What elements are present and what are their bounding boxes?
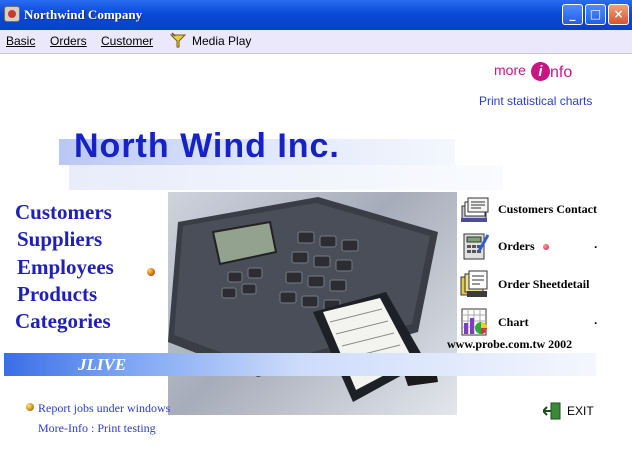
exit-door-icon [543,402,561,420]
banner-band-lower [69,165,503,190]
more-info-print-testing-link[interactable]: More-Info : Print testing [38,421,156,436]
menu-customer[interactable]: Customer [101,34,153,48]
menu-customers[interactable]: Customers [15,200,112,225]
menu-products[interactable]: Products [17,282,97,307]
main-panel: more i nfo Print statistical charts Nort… [0,54,632,463]
orders-bullet-icon [543,244,549,250]
logo-i-ball: i [531,62,550,81]
chart-period: . [594,313,598,327]
menu-suppliers[interactable]: Suppliers [17,227,102,252]
report-jobs-link[interactable]: Report jobs under windows [38,401,170,416]
banner-title: North Wind Inc. [74,127,340,165]
jlive-label: JLIVE [78,355,127,374]
title-bar: Northwind Company _ □ × [0,0,632,30]
order-calculator-icon [463,233,490,260]
chart-icon [461,308,487,336]
chart-label: Chart [498,315,529,329]
menu-employees[interactable]: Employees [17,255,114,280]
report-bullet-icon [26,403,34,411]
customers-contact-item[interactable]: Customers Contact [459,194,605,224]
website-text: www.probe.com.tw 2002 [447,337,573,351]
menu-basic[interactable]: Basic [6,34,35,48]
media-play-icon[interactable] [169,32,187,50]
menu-categories[interactable]: Categories [15,309,111,334]
menu-media-play[interactable]: Media Play [192,34,251,48]
order-sheets-icon [460,270,488,297]
orders-period: . [594,237,598,251]
more-info-logo: more i nfo [494,59,594,85]
order-sheetdetail-item[interactable]: Order Sheetdetail [459,269,605,299]
logo-info-text: nfo [550,64,573,81]
menu-orders[interactable]: Orders [50,34,87,48]
exit-button[interactable]: EXIT [543,401,603,421]
app-icon [4,6,20,22]
logo-more-text: more [494,62,526,78]
exit-label: EXIT [567,404,594,418]
order-sheetdetail-label: Order Sheetdetail [498,277,590,291]
orders-item[interactable]: Orders . [459,231,605,261]
window-title: Northwind Company [24,7,143,22]
menu-bar: Basic Orders Customer Media Play [0,30,632,54]
bullet-ball-icon [147,268,155,276]
customers-contact-label: Customers Contact [498,202,597,216]
contact-cards-icon [461,197,489,222]
orders-label: Orders [498,239,535,253]
print-statistical-charts-link[interactable]: Print statistical charts [479,94,592,108]
telephone-organizer-photo [168,192,457,415]
close-button[interactable]: × [608,4,629,25]
maximize-button[interactable]: □ [585,4,606,25]
minimize-button[interactable]: _ [562,4,583,25]
chart-item[interactable]: Chart . [459,307,605,337]
